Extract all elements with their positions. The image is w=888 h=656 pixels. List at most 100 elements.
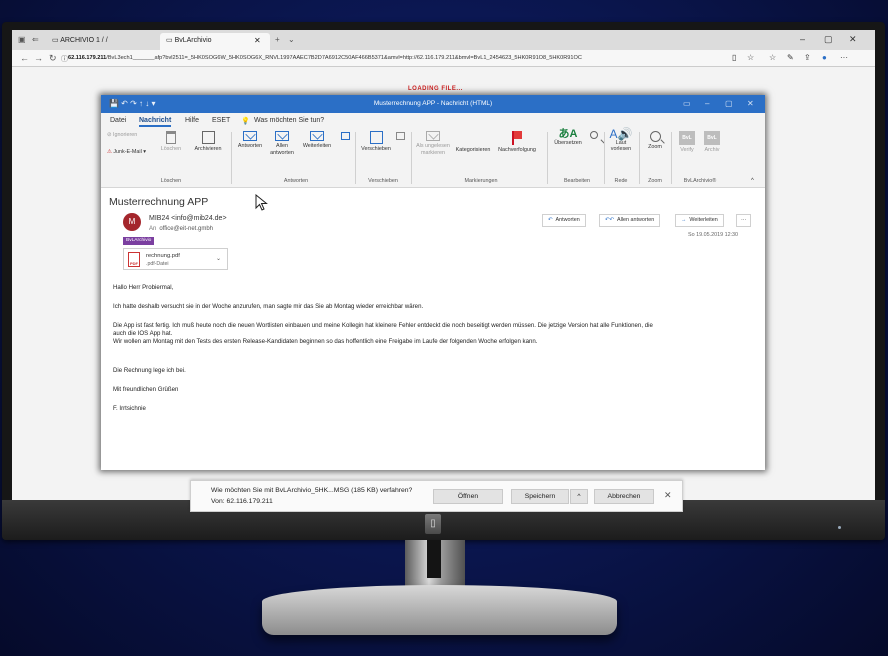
body-paragraph: auch die IOS App hat. (113, 330, 173, 337)
refresh-icon[interactable]: ↻ (49, 53, 57, 64)
sender[interactable]: MIB24 <info@mib24.de> (149, 215, 227, 222)
attachment-name: rechnung.pdf (146, 253, 180, 259)
body-paragraph: Die Rechnung lege ich bei. (113, 367, 186, 374)
delete-button[interactable]: Löschen (157, 131, 185, 153)
mark-unread-button[interactable]: Als ungelesen markieren (415, 131, 451, 156)
window-title: Musterrechnung APP - Nachricht (HTML) (373, 100, 493, 107)
move-icon (369, 131, 383, 144)
archiv-button[interactable]: BvL Archiv (701, 131, 723, 154)
categorize-icon (466, 131, 480, 145)
header-reply-all-button[interactable]: ↶↶ Allen antworten (599, 214, 661, 227)
ribbon-display-icon[interactable]: ▭ (683, 99, 691, 108)
ignore-button[interactable]: ⊘ Ignorieren (107, 132, 137, 139)
move-button[interactable]: Verschieben (359, 131, 393, 153)
close-tab-icon[interactable]: ✕ (254, 36, 261, 45)
translate-button[interactable]: あA Übersetzen (551, 128, 585, 146)
attachment[interactable]: PDF rechnung.pdf .pdf-Datei ⌄ (123, 248, 228, 270)
group-label-edit: Bearbeiten (563, 178, 591, 184)
download-source: Von: 62.116.179.211 (211, 498, 273, 505)
read-aloud-button[interactable]: A🔊 Laut vorlesen (607, 128, 635, 153)
browser-nav-bar: ← → ↻ ⓘ 62.116.179.211/BvL3ech1_______af… (12, 50, 875, 67)
bvl-verify-icon: BvL (679, 131, 695, 145)
header-more-button[interactable]: ··· (736, 214, 752, 227)
group-label-zoom: Zoom (648, 178, 662, 184)
download-question: Wie möchten Sie mit BvLArchivio_5HK...MS… (211, 487, 413, 494)
reply-icon (243, 131, 257, 141)
tab-bvlarchivio[interactable]: ▭ BvLArchivio ✕ (160, 33, 270, 50)
collapse-ribbon-icon[interactable]: ^ (751, 178, 754, 185)
translate-icon: あA (558, 128, 578, 140)
archive-button[interactable]: Archivieren (189, 131, 227, 153)
outlook-menu-bar: Datei Nachricht Hilfe ESET 💡 Was möchten… (101, 113, 765, 128)
chevron-down-icon[interactable]: ⌄ (216, 255, 221, 262)
flag-icon (512, 131, 522, 145)
reply-all-icon (275, 131, 289, 141)
extension-icon[interactable]: ● (822, 53, 827, 62)
favorite-icon[interactable]: ☆ (747, 53, 754, 62)
recipient[interactable]: office@eit-net.gmbh (159, 226, 213, 232)
categorize-button[interactable]: Kategorisieren (453, 131, 493, 154)
menu-eset[interactable]: ESET (212, 117, 230, 124)
tab-archivio[interactable]: ▭ ARCHIVIO 1 / / (46, 33, 114, 50)
reply-button[interactable]: Antworten (235, 131, 265, 150)
monitor: ▣ ⇐ ▭ ARCHIVIO 1 / / ▭ BvLArchivio ✕ + ⌄… (2, 22, 885, 540)
url-path: /BvL3ech1_______afp?bvl2511=_5HK0SOG6W_5… (106, 55, 582, 61)
save-button[interactable]: Speichern (511, 489, 569, 504)
followup-button[interactable]: Nachverfolgung (495, 131, 539, 154)
body-closing: Mit freundlichen Grüßen (113, 386, 179, 393)
rules-icon (395, 132, 405, 140)
tell-me-search[interactable]: Was möchten Sie tun? (254, 117, 324, 124)
body-greeting: Hallo Herr Probiermal, (113, 284, 174, 291)
save-options-button[interactable]: ^ (570, 489, 588, 504)
respond-more-button[interactable] (339, 132, 351, 142)
forward-icon[interactable]: → (34, 53, 43, 63)
chevron-down-icon[interactable]: ⌄ (288, 35, 295, 44)
forward-button[interactable]: Weiterleiten (297, 131, 337, 150)
forward-icon (310, 131, 324, 141)
reading-view-icon[interactable]: ▯ (732, 53, 736, 62)
header-reply-button[interactable]: ↶ Antworten (542, 214, 586, 227)
reply-arrow-icon: ↶ (548, 217, 553, 223)
maximize-icon[interactable]: ▢ (824, 34, 833, 45)
rules-button[interactable] (394, 132, 406, 142)
ol-maximize-icon[interactable]: ▢ (725, 99, 733, 108)
close-icon[interactable]: ✕ (664, 490, 672, 501)
find-button[interactable] (587, 131, 601, 141)
favorites-bar-icon[interactable]: ☆ (769, 53, 776, 62)
ribbon: ⊘ Ignorieren ⚠ Junk-E-Mail ▾ Löschen Arc… (101, 128, 765, 188)
menu-nachricht[interactable]: Nachricht (139, 117, 172, 127)
pen-icon[interactable]: ✎ (787, 53, 794, 62)
body-paragraph: Die App ist fast fertig. Ich muß heute n… (113, 322, 653, 329)
junk-button[interactable]: ⚠ Junk-E-Mail ▾ (107, 149, 146, 156)
verify-button[interactable]: BvL Verify (676, 131, 698, 154)
ribbon-separator (639, 132, 640, 184)
address-bar[interactable]: 62.116.179.211/BvL3ech1_______afp?bvl251… (68, 53, 728, 64)
category-tag: BvLArchivio (123, 237, 155, 245)
reply-all-button[interactable]: Allen antworten (269, 131, 295, 156)
ol-minimize-icon[interactable]: – (705, 99, 709, 108)
archive-icon (201, 131, 215, 144)
open-button[interactable]: Öffnen (433, 489, 503, 504)
ribbon-separator (671, 132, 672, 184)
info-icon[interactable]: ⓘ (61, 54, 68, 64)
zoom-button[interactable]: Zoom (643, 131, 667, 151)
menu-datei[interactable]: Datei (110, 117, 126, 124)
meeting-icon (340, 132, 350, 140)
header-forward-button[interactable]: → Weiterleiten (675, 214, 724, 227)
avatar: M (123, 213, 141, 231)
mouse-cursor-icon (255, 194, 268, 211)
group-label-respond: Antworten (283, 178, 309, 184)
tab-back-icon[interactable]: ⇐ (32, 35, 39, 44)
menu-hilfe[interactable]: Hilfe (185, 117, 199, 124)
group-label-delete: Löschen (160, 178, 182, 184)
close-window-icon[interactable]: ✕ (849, 34, 857, 45)
tab-actions-icon[interactable]: ▣ (18, 35, 26, 44)
ol-close-icon[interactable]: ✕ (747, 99, 754, 108)
new-tab-icon[interactable]: + (275, 35, 280, 44)
minimize-icon[interactable]: – (800, 34, 805, 44)
cancel-button[interactable]: Abbrechen (594, 489, 654, 504)
share-icon[interactable]: ⇪ (804, 53, 811, 62)
power-led-icon (838, 526, 841, 529)
more-icon[interactable]: ··· (840, 53, 848, 62)
back-icon[interactable]: ← (20, 53, 29, 63)
